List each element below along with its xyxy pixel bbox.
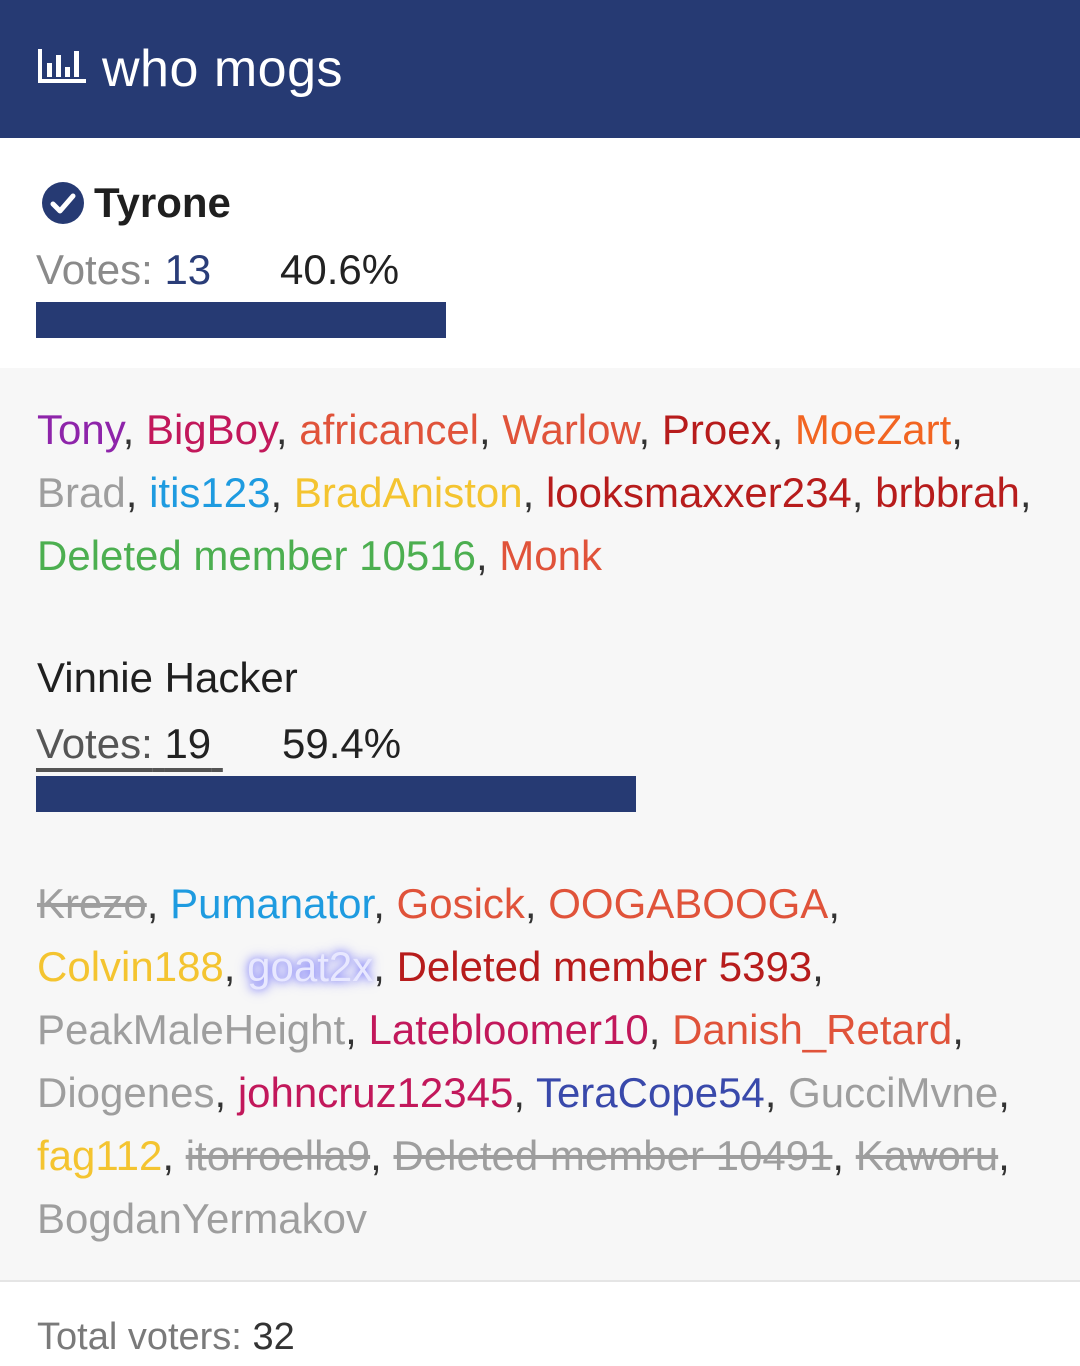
separator: , bbox=[638, 406, 662, 453]
separator: , bbox=[764, 1069, 789, 1116]
separator: , bbox=[214, 1069, 238, 1116]
voter-name[interactable]: looksmaxxer234 bbox=[546, 469, 852, 516]
voter-name[interactable]: Deleted member 10491 bbox=[393, 1132, 832, 1179]
voter-name[interactable]: johncruz12345 bbox=[238, 1069, 514, 1116]
votes-percent: 40.6% bbox=[280, 246, 400, 293]
separator: , bbox=[373, 943, 397, 990]
separator: , bbox=[648, 1006, 673, 1053]
separator: , bbox=[513, 1069, 536, 1116]
option-votes: Votes: 19 59.4% bbox=[36, 720, 401, 768]
separator: , bbox=[951, 406, 963, 453]
voter-name[interactable]: itorroella9 bbox=[186, 1132, 370, 1179]
votes-link[interactable]: Votes: 19 bbox=[36, 720, 223, 767]
voter-name[interactable]: Deleted member 5393 bbox=[397, 943, 813, 990]
separator: , bbox=[270, 469, 294, 516]
votes-count: 13 bbox=[164, 246, 212, 293]
separator: , bbox=[998, 1069, 1010, 1116]
total-voters: Total voters: 32 bbox=[37, 1316, 295, 1359]
voter-name[interactable]: PeakMaleHeight bbox=[37, 1006, 345, 1053]
option-name: Tyrone bbox=[94, 179, 231, 226]
voter-name[interactable]: africancel bbox=[299, 406, 479, 453]
voter-name[interactable]: Monk bbox=[499, 532, 602, 579]
voter-list-vinnie-hacker: Krezo, Pumanator, Gosick, OOGABOOGA, Col… bbox=[37, 872, 1047, 1250]
checkmark-icon bbox=[42, 182, 84, 224]
separator: , bbox=[223, 943, 248, 990]
voters-section: Tony, BigBoy, africancel, Warlow, Proex,… bbox=[0, 368, 1080, 1280]
voter-name[interactable]: brbbrah bbox=[875, 469, 1020, 516]
separator: , bbox=[771, 406, 795, 453]
voter-name[interactable]: MoeZart bbox=[795, 406, 951, 453]
voter-name[interactable]: Danish_Retard bbox=[672, 1006, 952, 1053]
separator: , bbox=[998, 1132, 1010, 1179]
voter-list-tyrone: Tony, BigBoy, africancel, Warlow, Proex,… bbox=[37, 398, 1047, 587]
voter-name[interactable]: BigBoy bbox=[146, 406, 276, 453]
voter-name[interactable]: Pumanator bbox=[170, 880, 373, 927]
voter-name[interactable]: Warlow bbox=[502, 406, 638, 453]
separator: , bbox=[952, 1006, 964, 1053]
bar-chart-icon bbox=[38, 49, 86, 83]
separator: , bbox=[828, 880, 840, 927]
separator: , bbox=[479, 406, 503, 453]
voter-name[interactable]: Gosick bbox=[397, 880, 525, 927]
separator: , bbox=[370, 1132, 394, 1179]
separator: , bbox=[373, 880, 397, 927]
voter-name[interactable]: GucciMvne bbox=[788, 1069, 998, 1116]
poll-title: who mogs bbox=[102, 40, 343, 98]
separator: , bbox=[146, 880, 171, 927]
vote-progress-bar bbox=[36, 776, 636, 812]
separator: , bbox=[522, 469, 546, 516]
separator: , bbox=[832, 1132, 856, 1179]
total-voters-count: 32 bbox=[252, 1316, 295, 1358]
voter-name[interactable]: Deleted member 10516 bbox=[37, 532, 476, 579]
voter-name[interactable]: goat2x bbox=[247, 943, 373, 990]
total-voters-label: Total voters: bbox=[37, 1316, 242, 1358]
separator: , bbox=[122, 406, 146, 453]
votes-label: Votes: bbox=[36, 246, 153, 293]
voter-name[interactable]: Colvin188 bbox=[37, 943, 224, 990]
vote-progress-bar bbox=[36, 302, 446, 338]
voter-name[interactable]: Diogenes bbox=[37, 1069, 214, 1116]
separator: , bbox=[162, 1132, 186, 1179]
poll-option-tyrone[interactable]: Tyrone Votes: 13 40.6% bbox=[0, 141, 1080, 368]
voter-name[interactable]: OOGABOOGA bbox=[548, 880, 828, 927]
voter-name[interactable]: itis123 bbox=[149, 469, 270, 516]
separator: , bbox=[1019, 469, 1032, 516]
voter-name[interactable]: Krezo bbox=[37, 880, 147, 927]
voter-name[interactable]: fag112 bbox=[37, 1132, 162, 1179]
option-name-vinnie-hacker[interactable]: Vinnie Hacker bbox=[37, 654, 298, 702]
voter-name[interactable]: TeraCope54 bbox=[536, 1069, 765, 1116]
votes-percent: 59.4% bbox=[282, 720, 402, 767]
voter-name[interactable]: BogdanYermakov bbox=[37, 1195, 367, 1242]
separator: , bbox=[475, 532, 500, 579]
divider bbox=[0, 1280, 1080, 1282]
voter-name[interactable]: Latebloomer10 bbox=[369, 1006, 649, 1053]
separator: , bbox=[524, 880, 549, 927]
voter-name[interactable]: Proex bbox=[662, 406, 772, 453]
separator: , bbox=[345, 1006, 369, 1053]
separator: , bbox=[812, 943, 824, 990]
separator: , bbox=[125, 469, 150, 516]
separator: , bbox=[851, 469, 876, 516]
voter-name[interactable]: BradAniston bbox=[294, 469, 523, 516]
poll-header: who mogs bbox=[0, 0, 1080, 138]
voter-name[interactable]: Kaworu bbox=[856, 1132, 998, 1179]
voter-name[interactable]: Brad bbox=[37, 469, 126, 516]
separator: , bbox=[275, 406, 300, 453]
voter-name[interactable]: Tony bbox=[37, 406, 123, 453]
option-votes: Votes: 13 40.6% bbox=[36, 246, 399, 294]
